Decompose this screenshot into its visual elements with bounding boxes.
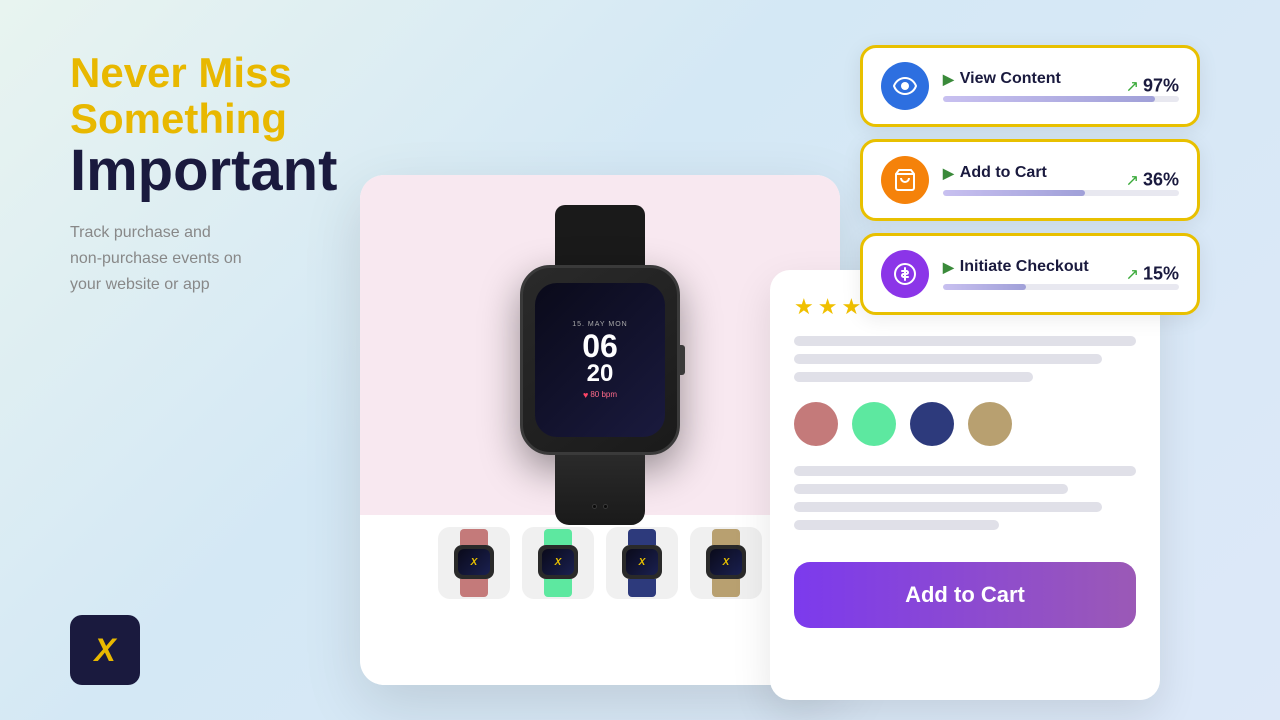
thumbnail-row: X X X X — [360, 515, 840, 611]
desc-line-1 — [794, 336, 1136, 346]
watch-screen: 15. MAY MON 06 20 ♥ 80 bpm — [535, 283, 665, 437]
logo-text: X — [94, 632, 115, 669]
watch-date: 15. MAY MON — [572, 321, 627, 328]
thumb-navy[interactable]: X — [606, 527, 678, 599]
view-content-name: View Content — [960, 70, 1061, 88]
watch-bpm: ♥ 80 bpm — [583, 390, 617, 400]
event-card-add-to-cart: ▶ Add to Cart ↗ 36% — [860, 139, 1200, 221]
star-1: ★ — [794, 294, 814, 320]
add-to-cart-arrow: ▶ — [943, 165, 954, 182]
events-panel: ▶ View Content ↗ 97% ▶ Add to Cart — [860, 45, 1200, 327]
swatch-navy[interactable] — [910, 402, 954, 446]
description-lines — [794, 336, 1136, 382]
add-to-cart-bar — [943, 190, 1085, 196]
initiate-checkout-bar — [943, 284, 1026, 290]
watch-min: 20 — [587, 362, 614, 386]
initiate-checkout-percentage: ↗ 15% — [1126, 264, 1179, 285]
subtitle: Track purchase andnon-purchase events on… — [70, 220, 410, 297]
detail-line-4 — [794, 520, 999, 530]
view-content-arrow: ▶ — [943, 71, 954, 88]
initiate-checkout-progress — [943, 284, 1179, 290]
product-card: 15. MAY MON 06 20 ♥ 80 bpm — [360, 175, 840, 685]
initiate-checkout-name: Initiate Checkout — [960, 258, 1089, 276]
add-to-cart-progress — [943, 190, 1179, 196]
thumb-tan[interactable]: X — [690, 527, 762, 599]
view-content-icon — [881, 62, 929, 110]
left-section: Never Miss Something Important Track pur… — [70, 50, 410, 297]
watch-image: 15. MAY MON 06 20 ♥ 80 bpm — [480, 205, 720, 485]
detail-lines — [794, 466, 1136, 530]
desc-line-2 — [794, 354, 1102, 364]
add-to-cart-icon — [881, 156, 929, 204]
initiate-checkout-pct-value: 15% — [1143, 264, 1179, 285]
detail-panel: ★ ★ ★ ★ ☆ Add to Cart — [770, 270, 1160, 700]
thumb-green[interactable]: X — [522, 527, 594, 599]
event-card-view-content: ▶ View Content ↗ 97% — [860, 45, 1200, 127]
initiate-checkout-icon — [881, 250, 929, 298]
swatch-rose[interactable] — [794, 402, 838, 446]
add-to-cart-name: Add to Cart — [960, 164, 1047, 182]
product-image-area: 15. MAY MON 06 20 ♥ 80 bpm — [360, 175, 840, 515]
add-to-cart-pct-value: 36% — [1143, 170, 1179, 191]
detail-line-2 — [794, 484, 1068, 494]
add-to-cart-pct-arrow: ↗ — [1126, 170, 1139, 190]
view-content-pct-arrow: ↗ — [1126, 76, 1139, 96]
thumb-rose[interactable]: X — [438, 527, 510, 599]
view-content-pct-value: 97% — [1143, 76, 1179, 97]
headline-line1: Never Miss Something — [70, 50, 410, 142]
view-content-progress — [943, 96, 1179, 102]
watch-crown — [677, 345, 685, 375]
initiate-checkout-pct-arrow: ↗ — [1126, 264, 1139, 284]
view-content-bar — [943, 96, 1155, 102]
headline-line2: Important — [70, 142, 410, 200]
watch-hour: 06 — [582, 330, 618, 362]
logo: X — [70, 615, 140, 685]
color-swatches — [794, 402, 1136, 446]
add-to-cart-percentage: ↗ 36% — [1126, 170, 1179, 191]
star-3: ★ — [841, 294, 861, 320]
star-2: ★ — [818, 294, 838, 320]
watch-body: 15. MAY MON 06 20 ♥ 80 bpm — [520, 265, 680, 455]
initiate-checkout-arrow: ▶ — [943, 259, 954, 276]
swatch-green[interactable] — [852, 402, 896, 446]
desc-line-3 — [794, 372, 1033, 382]
detail-line-1 — [794, 466, 1136, 476]
detail-line-3 — [794, 502, 1102, 512]
add-to-cart-button[interactable]: Add to Cart — [794, 562, 1136, 628]
event-card-initiate-checkout: ▶ Initiate Checkout ↗ 15% — [860, 233, 1200, 315]
swatch-tan[interactable] — [968, 402, 1012, 446]
view-content-percentage: ↗ 97% — [1126, 76, 1179, 97]
